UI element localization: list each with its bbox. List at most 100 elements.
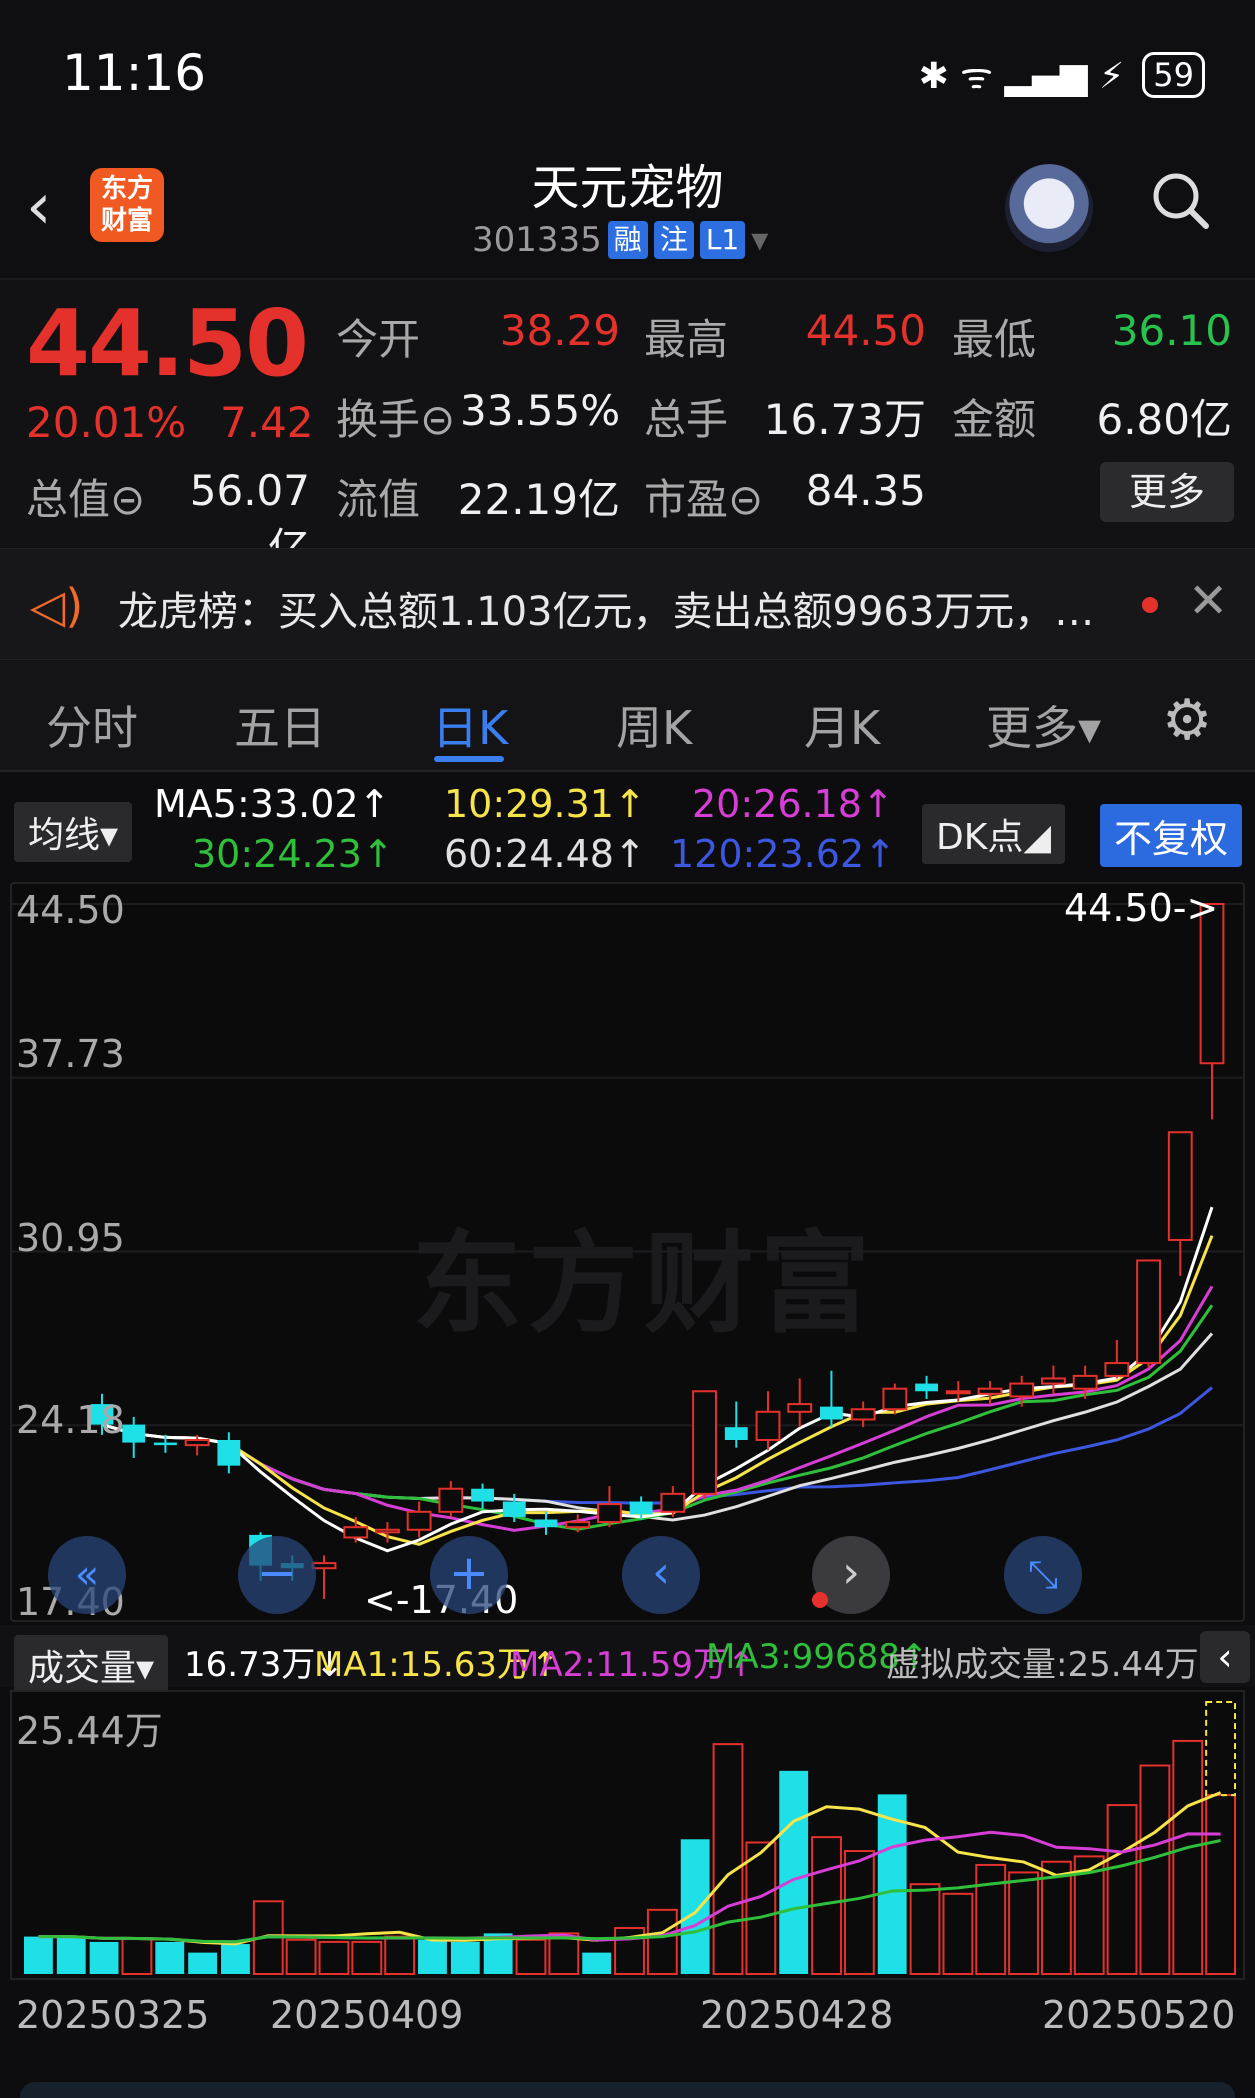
volume-bar [450, 1941, 480, 1974]
label-open: 今开 [336, 315, 421, 364]
adjust-toggle[interactable]: 不复权 [1100, 804, 1243, 867]
volume-bar [418, 1939, 447, 1974]
candle-body [692, 1390, 717, 1495]
volume-bar [24, 1936, 53, 1974]
value-amount: 6.80亿 [1096, 395, 1232, 444]
battery-icon: 59 [1142, 51, 1205, 98]
candle-body [1136, 1259, 1161, 1365]
tab-intraday[interactable]: 分时 [46, 692, 138, 758]
ma20-value: 20:26.18↑ [692, 782, 894, 826]
candle-body [915, 1383, 938, 1392]
volume-svg [24, 1701, 1236, 1976]
tab-more[interactable]: 更多▾ [986, 692, 1101, 758]
volume-bar [221, 1944, 250, 1974]
ma-legend: 均线▾ MA5:33.02↑ 10:29.31↑ 20:26.18↑ 30:24… [0, 772, 1255, 882]
volume-bar [56, 1936, 86, 1974]
label-volume: 总手 [644, 395, 729, 444]
volume-ma-line [38, 1839, 1221, 1944]
label-turnover[interactable]: 换手⊝ [336, 386, 455, 447]
y-axis-4: 24.18 [16, 1398, 125, 1442]
value-float-cap: 22.19亿 [457, 475, 620, 524]
chevron-down-icon[interactable]: ▾ [751, 220, 768, 260]
close-icon[interactable]: ✕ [1188, 573, 1228, 629]
candle-body [820, 1406, 843, 1420]
ma-line [101, 1285, 1214, 1532]
candle-body [534, 1519, 558, 1528]
indicator-selector[interactable]: 均线▾ [14, 802, 133, 862]
tab-weekly-k[interactable]: 周K [616, 692, 692, 758]
candle-body [1167, 1131, 1193, 1241]
volume-chart[interactable]: 25.44万 [10, 1690, 1245, 1980]
candle-body [217, 1439, 241, 1466]
candle-body [122, 1424, 146, 1443]
change-percent: 20.01% [26, 398, 187, 447]
zoom-out-icon[interactable]: − [238, 1536, 316, 1614]
label-market-cap[interactable]: 总值⊝ [26, 466, 145, 527]
change-amount: 7.42 [220, 398, 314, 447]
event-dot [812, 1592, 828, 1608]
stock-code-row[interactable]: 301335 融 注 L1 ▾ [472, 220, 768, 260]
virtual-volume: 虚拟成交量:25.44万 [886, 1645, 1199, 1685]
candle-body [850, 1408, 876, 1421]
status-icons: ✱ ᯤ ▂▄▆ ⚡ 59 [919, 50, 1205, 99]
ma-line [101, 1332, 1214, 1522]
candle-body [882, 1387, 908, 1411]
stock-header: ‹ 东方 财富 天元宠物 301335 融 注 L1 ▾ [0, 140, 1255, 275]
date-label-4: 20250520 [1042, 1993, 1236, 2037]
collapse-icon[interactable]: ‹ [1200, 1631, 1250, 1683]
zoom-in-icon[interactable]: + [430, 1536, 508, 1614]
notice-text[interactable]: 龙虎榜：买入总额1.103亿元，卖出总额9963万元，… [118, 579, 1094, 637]
volume-bar [843, 1850, 875, 1975]
candle-body [787, 1403, 813, 1413]
stock-code: 301335 [472, 220, 602, 260]
volume-bar [285, 1938, 317, 1975]
dragon-tiger-notice[interactable]: ◁) 龙虎榜：买入总额1.103亿元，卖出总额9963万元，… ✕ [0, 548, 1255, 660]
value-volume: 16.73万 [763, 395, 926, 444]
candle-body [945, 1390, 971, 1395]
more-quote-button[interactable]: 更多 [1100, 462, 1234, 522]
candle-body [1009, 1382, 1035, 1398]
ma30-value: 30:24.23↑ [192, 832, 394, 876]
ma120-value: 120:23.62↑ [670, 832, 896, 876]
volume-bar [1172, 1739, 1204, 1975]
volume-bar [646, 1908, 678, 1975]
volume-bar [318, 1940, 350, 1975]
y-axis-2: 37.73 [16, 1032, 125, 1076]
label-pe[interactable]: 市盈⊝ [644, 466, 763, 527]
volume-bar [121, 1937, 153, 1975]
volume-bar [1205, 1794, 1236, 1975]
ma-line [101, 1235, 1214, 1546]
volume-bar [351, 1940, 383, 1975]
candle-body [724, 1427, 748, 1440]
search-icon[interactable] [1150, 170, 1210, 230]
gear-icon[interactable]: ⚙ [1162, 688, 1212, 753]
status-bar: 11:16 ✱ ᯤ ▂▄▆ ⚡ 59 [0, 0, 1255, 140]
candle-body [343, 1526, 369, 1539]
ma-line [101, 1304, 1214, 1531]
volume-bar [680, 1839, 710, 1974]
candlestick-chart[interactable]: 东方财富 44.50 37.73 30.95 24.18 17.40 44.50… [10, 882, 1245, 1624]
candle-body [660, 1492, 686, 1513]
volume-bar [909, 1883, 941, 1975]
value-open: 38.29 [499, 306, 620, 355]
fullscreen-icon[interactable]: ⤡ [1004, 1536, 1082, 1614]
volume-ma-line [38, 1791, 1222, 1946]
volume-bar [975, 1863, 1007, 1975]
dk-point-selector[interactable]: DK点◢ [922, 804, 1066, 864]
assistant-robot-icon[interactable] [1005, 164, 1093, 252]
tag-margin: 融 [607, 221, 648, 259]
candlestick-svg [12, 903, 1243, 1599]
date-label-3: 20250428 [700, 1993, 894, 2037]
volume-axis-max: 25.44万 [16, 1709, 163, 1753]
volume-selector[interactable]: 成交量▾ [14, 1635, 169, 1695]
scroll-left-icon[interactable]: ‹ [622, 1536, 700, 1614]
candle-body [311, 1562, 337, 1570]
candle-body [406, 1510, 432, 1531]
tab-daily-k[interactable]: 日K [432, 692, 508, 758]
tab-monthly-k[interactable]: 月K [804, 692, 880, 758]
tab-five-day[interactable]: 五日 [234, 692, 326, 758]
volume-ma-line [38, 1830, 1221, 1944]
scroll-left-fast-icon[interactable]: « [48, 1536, 126, 1614]
candle-body [1041, 1377, 1066, 1385]
bottom-panel-edge [20, 2082, 1235, 2098]
